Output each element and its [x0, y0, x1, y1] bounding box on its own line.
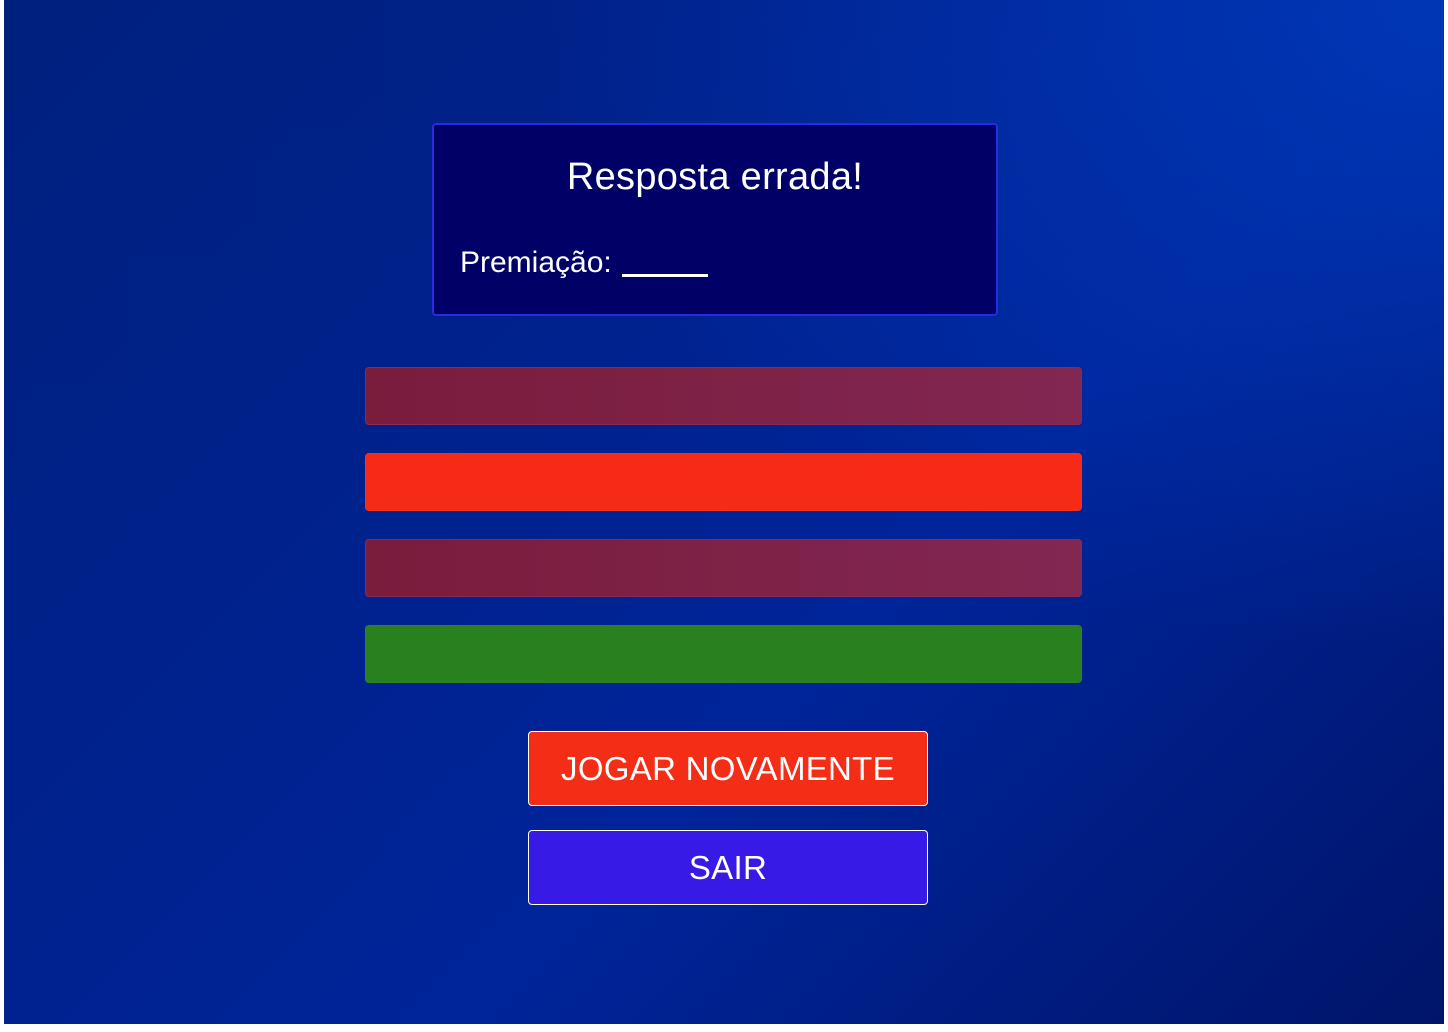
answer-option-2-wrong[interactable] [365, 453, 1082, 511]
answer-option-3[interactable] [365, 539, 1082, 597]
prize-value-blank [621, 246, 708, 277]
result-title: Resposta errada! [566, 156, 864, 198]
answer-option-1[interactable] [365, 367, 1082, 425]
exit-button[interactable]: SAIR [528, 830, 928, 905]
game-screen: Resposta errada! Premiação: JOGAR NOVAME… [4, 0, 1444, 1024]
play-again-button[interactable]: JOGAR NOVAMENTE [528, 731, 928, 806]
prize-label: Premiação: [460, 246, 612, 279]
result-panel: Resposta errada! Premiação: [432, 123, 998, 316]
answer-option-4-correct[interactable] [365, 625, 1082, 683]
prize-row: Premiação: [460, 245, 708, 281]
